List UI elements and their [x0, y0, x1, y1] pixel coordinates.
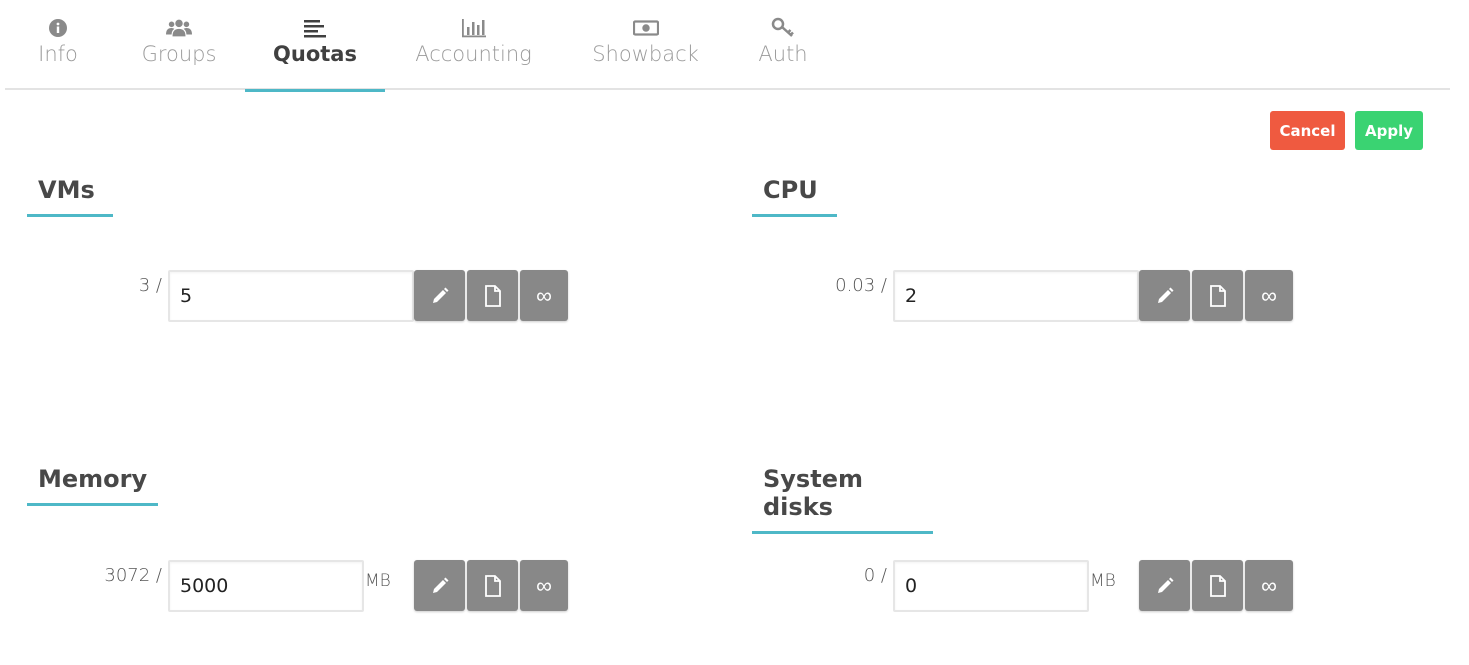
info-circle-icon — [45, 15, 71, 41]
tab-info[interactable]: Info — [33, 0, 83, 90]
file-icon — [1209, 284, 1227, 307]
file-icon — [1209, 574, 1227, 597]
system-disks-unit-label: MB — [1090, 571, 1116, 591]
system-disks-unlimited-button[interactable]: ∞ — [1245, 560, 1293, 611]
tab-auth[interactable]: Auth — [753, 0, 813, 90]
infinity-icon: ∞ — [1261, 282, 1277, 308]
vms-used-value: 3 / — [138, 275, 162, 296]
vms-section-title: VMs — [27, 176, 113, 217]
vms-edit-button[interactable] — [414, 270, 465, 321]
tab-quotas[interactable]: Quotas — [245, 0, 385, 92]
pencil-icon — [431, 287, 449, 305]
memory-used-value: 3072 / — [104, 565, 162, 586]
tab-showback[interactable]: Showback — [588, 0, 703, 90]
cancel-button[interactable]: Cancel — [1270, 111, 1345, 150]
memory-edit-button[interactable] — [414, 560, 465, 611]
infinity-icon: ∞ — [1261, 572, 1277, 598]
vms-unlimited-button[interactable]: ∞ — [520, 270, 568, 321]
apply-button[interactable]: Apply — [1355, 111, 1423, 150]
cpu-quota-input[interactable] — [893, 270, 1139, 322]
system-disks-section-title: System disks — [752, 465, 933, 534]
memory-section-title: Memory — [27, 465, 158, 506]
users-icon — [166, 15, 192, 41]
memory-unlimited-button[interactable]: ∞ — [520, 560, 568, 611]
system-disks-used-value: 0 / — [863, 565, 887, 586]
vms-default-button[interactable] — [467, 270, 518, 321]
align-left-icon — [302, 15, 328, 41]
cpu-section-title: CPU — [752, 176, 837, 217]
memory-quota-input[interactable] — [168, 560, 364, 612]
system-disks-default-button[interactable] — [1192, 560, 1243, 611]
tab-groups[interactable]: Groups — [139, 0, 219, 90]
cpu-edit-button[interactable] — [1139, 270, 1190, 321]
tab-label: Auth — [758, 42, 808, 66]
system-disks-edit-button[interactable] — [1139, 560, 1190, 611]
system-disks-quota-input[interactable] — [893, 560, 1089, 612]
pencil-icon — [1156, 577, 1174, 595]
tab-label: Info — [38, 42, 78, 66]
key-icon — [770, 15, 796, 41]
infinity-icon: ∞ — [536, 572, 552, 598]
file-icon — [484, 284, 502, 307]
money-icon — [632, 15, 659, 41]
tab-label: Quotas — [273, 42, 357, 66]
tab-label: Accounting — [415, 42, 532, 66]
tab-label: Showback — [592, 42, 699, 66]
tab-label: Groups — [141, 42, 217, 66]
bar-chart-icon — [461, 15, 487, 41]
memory-unit-label: MB — [365, 571, 391, 591]
infinity-icon: ∞ — [536, 282, 552, 308]
cpu-unlimited-button[interactable]: ∞ — [1245, 270, 1293, 321]
file-icon — [484, 574, 502, 597]
pencil-icon — [1156, 287, 1174, 305]
memory-default-button[interactable] — [467, 560, 518, 611]
cpu-used-value: 0.03 / — [835, 275, 887, 296]
tab-bar: Info Groups Quotas Accounting Showback A… — [5, 0, 1450, 92]
vms-quota-input[interactable] — [168, 270, 414, 322]
cpu-default-button[interactable] — [1192, 270, 1243, 321]
pencil-icon — [431, 577, 449, 595]
tab-accounting[interactable]: Accounting — [411, 0, 536, 90]
